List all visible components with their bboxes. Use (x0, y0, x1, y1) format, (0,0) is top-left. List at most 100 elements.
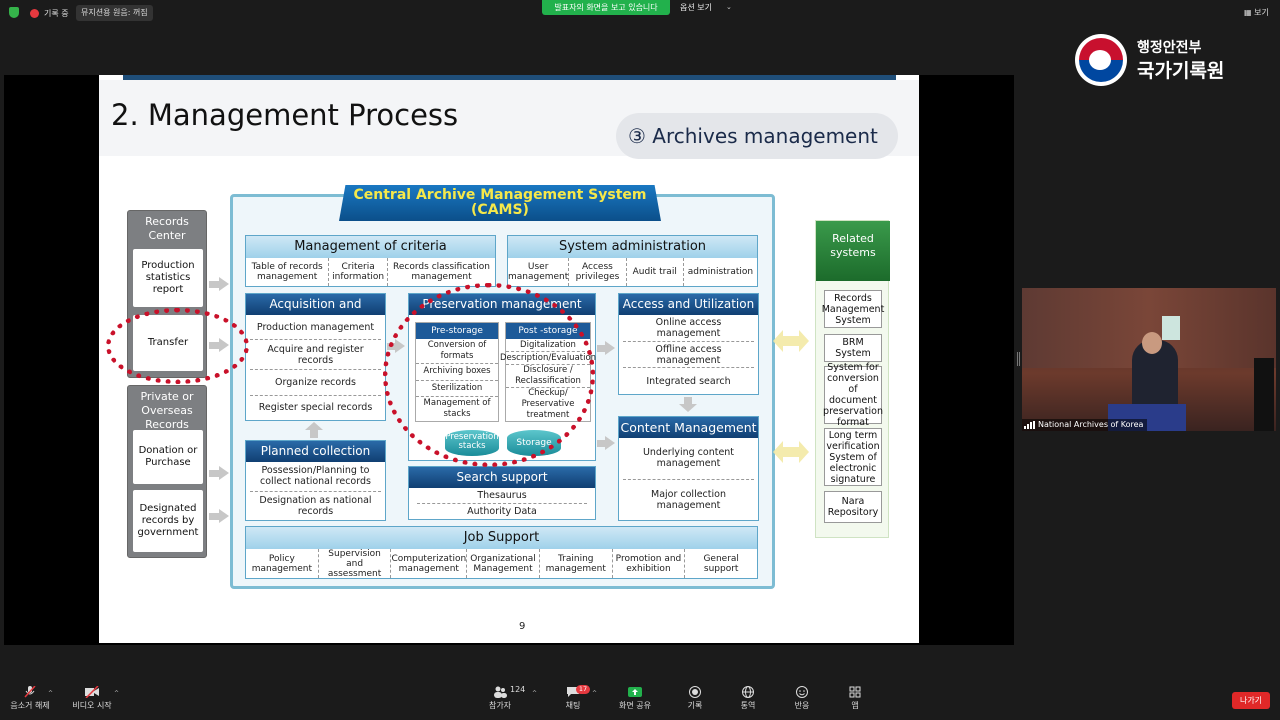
related-system-item: Long term verification System of electro… (824, 428, 882, 486)
participant-video[interactable] (1022, 288, 1276, 431)
criteria-panel: Management of criteria Table of records … (245, 235, 496, 287)
arrow-right-icon (209, 281, 219, 288)
recording-label: 기록 중 (44, 8, 69, 18)
highlight-ellipse-preservation (383, 283, 595, 467)
chevron-down-icon[interactable]: ⌄ (726, 1, 732, 14)
apps-button[interactable]: 앱 (825, 686, 885, 711)
signal-bars-icon (1024, 421, 1035, 429)
slide-title: 2. Management Process (111, 98, 459, 132)
private-records-heading: Private or Overseas Records (140, 390, 194, 431)
section-badge: ③ Archives management (616, 113, 898, 159)
leave-button[interactable]: 나가기 (1232, 692, 1270, 709)
acquisition-item: Production management (250, 315, 381, 341)
view-grid-icon: ▦ (1244, 8, 1252, 17)
shield-icon[interactable] (9, 7, 19, 18)
share-screen-button[interactable]: 화면 공유 (605, 686, 665, 711)
view-button[interactable]: ▦ 보기 (1244, 6, 1269, 19)
sysadmin-heading: System administration (508, 236, 757, 258)
content-management-heading: Content Management (619, 417, 758, 438)
private-records-group: Private or Overseas Records Donation or … (127, 385, 207, 558)
criteria-item: Table of records management (246, 258, 330, 286)
criteria-item: Records classification management (393, 262, 490, 282)
designated-box: Designated records by government (133, 490, 203, 552)
mic-muted-icon (24, 686, 36, 698)
arrow-down-icon (679, 397, 697, 413)
agency-logo: 행정안전부 국가기록원 (1075, 34, 1255, 88)
job-support-item: General support (703, 553, 739, 574)
slide-page-number: 9 (519, 621, 526, 632)
acquisition-heading: Acquisition and registration (246, 294, 385, 332)
access-heading: Access and Utilization (619, 294, 758, 315)
participant-name: National Archives of Korea (1038, 420, 1144, 429)
access-item: Offline access management (623, 342, 754, 369)
access-item: Online access management (623, 315, 754, 342)
cams-title: Central Archive Management System (CAMS) (339, 185, 661, 221)
related-systems-column: Related systems Records Management Syste… (815, 220, 890, 538)
access-panel: Access and Utilization Online access man… (618, 293, 759, 395)
content-management-panel: Content Management Underlying content ma… (618, 416, 759, 521)
sysadmin-item: administration (687, 267, 754, 277)
acquisition-item: Register special records (258, 402, 373, 414)
arrow-right-icon (219, 277, 229, 291)
related-systems-heading: Related systems (816, 221, 890, 281)
interpretation-button[interactable]: 통역 (718, 686, 778, 711)
slide-header: 2. Management Process ③ Archives managem… (99, 80, 919, 159)
chevron-up-icon[interactable]: ^ (592, 690, 597, 697)
arrow-right-icon (219, 509, 229, 523)
related-system-item: BRM System (824, 334, 882, 362)
arrow-right-icon (597, 345, 605, 352)
resize-handle[interactable] (1017, 352, 1020, 366)
zoom-meeting-window: 기록 중 뮤지션용 원음: 꺼짐 발표자의 화면을 보고 있습니다 옵션 보기 … (0, 0, 1280, 720)
search-support-item: Thesaurus (417, 488, 587, 504)
record-dot-icon (30, 8, 39, 18)
emoji-icon (796, 686, 808, 698)
criteria-item: Criteria information (329, 258, 388, 286)
arrow-right-icon (219, 466, 229, 480)
job-support-item: Training management (540, 549, 613, 578)
chevron-up-icon[interactable]: ^ (532, 690, 537, 697)
reactions-button[interactable]: 반응 (772, 686, 832, 711)
job-support-item: Policy management (246, 549, 319, 578)
search-support-heading: Search support (409, 467, 595, 488)
logo-agency-text: 국가기록원 (1137, 60, 1225, 82)
job-support-item: Organizational Management (467, 549, 540, 578)
acquisition-item: Organize records (250, 370, 381, 396)
job-support-item: Promotion and exhibition (613, 549, 686, 578)
content-item: Major collection management (651, 488, 726, 511)
acquisition-item: Acquire and register records (250, 340, 381, 371)
chevron-up-icon[interactable]: ^ (114, 690, 119, 697)
chevron-up-icon[interactable]: ^ (48, 690, 53, 697)
taegeuk-emblem-icon (1075, 34, 1127, 86)
globe-icon (742, 686, 754, 698)
search-support-panel: Search support Thesaurus Authority Data (408, 466, 596, 520)
video-off-icon (85, 686, 99, 698)
job-support-item: Computerization management (391, 549, 468, 578)
view-options-button[interactable]: 옵션 보기 (680, 1, 712, 14)
highlight-ellipse-transfer (106, 308, 249, 384)
sysadmin-item: Access privileges (569, 258, 627, 286)
share-screen-icon (628, 687, 642, 697)
recording-indicator[interactable]: 기록 중 (30, 6, 69, 20)
sysadmin-item: Audit trail (627, 258, 684, 286)
access-item: Integrated search (646, 375, 731, 387)
double-arrow-icon (773, 330, 809, 352)
search-support-item: Authority Data (467, 506, 537, 517)
related-system-item: System for conversion of document preser… (823, 362, 883, 428)
original-sound-toggle[interactable]: 뮤지션용 원음: 꺼짐 (76, 5, 153, 21)
arrow-right-icon (605, 341, 615, 355)
job-support-item: Supervision and assessment (319, 549, 392, 579)
start-video-button[interactable]: 비디오 시작 (62, 686, 122, 711)
arrow-right-icon (209, 513, 219, 520)
double-arrow-icon (773, 441, 809, 463)
arrow-right-icon (597, 440, 605, 447)
job-support-panel: Job Support Policy management Supervisio… (245, 526, 758, 579)
record-button[interactable]: 기록 (665, 686, 725, 711)
sysadmin-panel: System administration User management Ac… (507, 235, 758, 287)
top-bar: 기록 중 뮤지션용 원음: 꺼짐 발표자의 화면을 보고 있습니다 옵션 보기 … (0, 0, 1280, 26)
arrow-right-icon (209, 470, 219, 477)
participant-name-tag: National Archives of Korea (1022, 419, 1148, 431)
planned-item: Designation as national records (259, 494, 372, 517)
related-system-item: Records Management System (822, 290, 884, 328)
meeting-controls-bar: 음소거 해제 ^ 비디오 시작 ^ 참가자 124 ^ 채팅 17 ^ 화면 공… (0, 682, 1280, 720)
job-support-heading: Job Support (246, 527, 757, 549)
